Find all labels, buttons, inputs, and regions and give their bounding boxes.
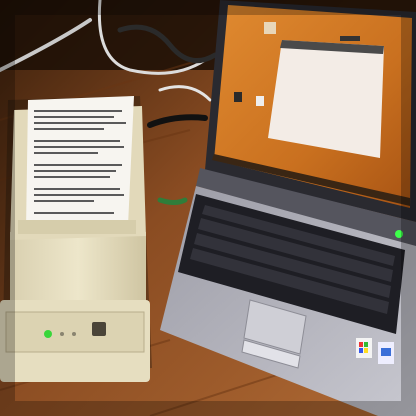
printer-feed-button [92,322,106,336]
photo-scene [0,0,416,416]
receipt-printer [0,96,152,382]
printer-front-panel [5,311,145,353]
paper-cutter-lip [18,220,136,234]
desktop-printer-icon [234,92,242,102]
printer-indicator-icon [60,332,64,336]
desktop-file-icon [256,96,264,106]
application-window [268,40,384,158]
printer-status-led-icon [44,330,52,338]
photo-illustration [0,0,416,416]
desktop-folder-icon [264,22,276,34]
top-panel-widget [340,36,360,41]
